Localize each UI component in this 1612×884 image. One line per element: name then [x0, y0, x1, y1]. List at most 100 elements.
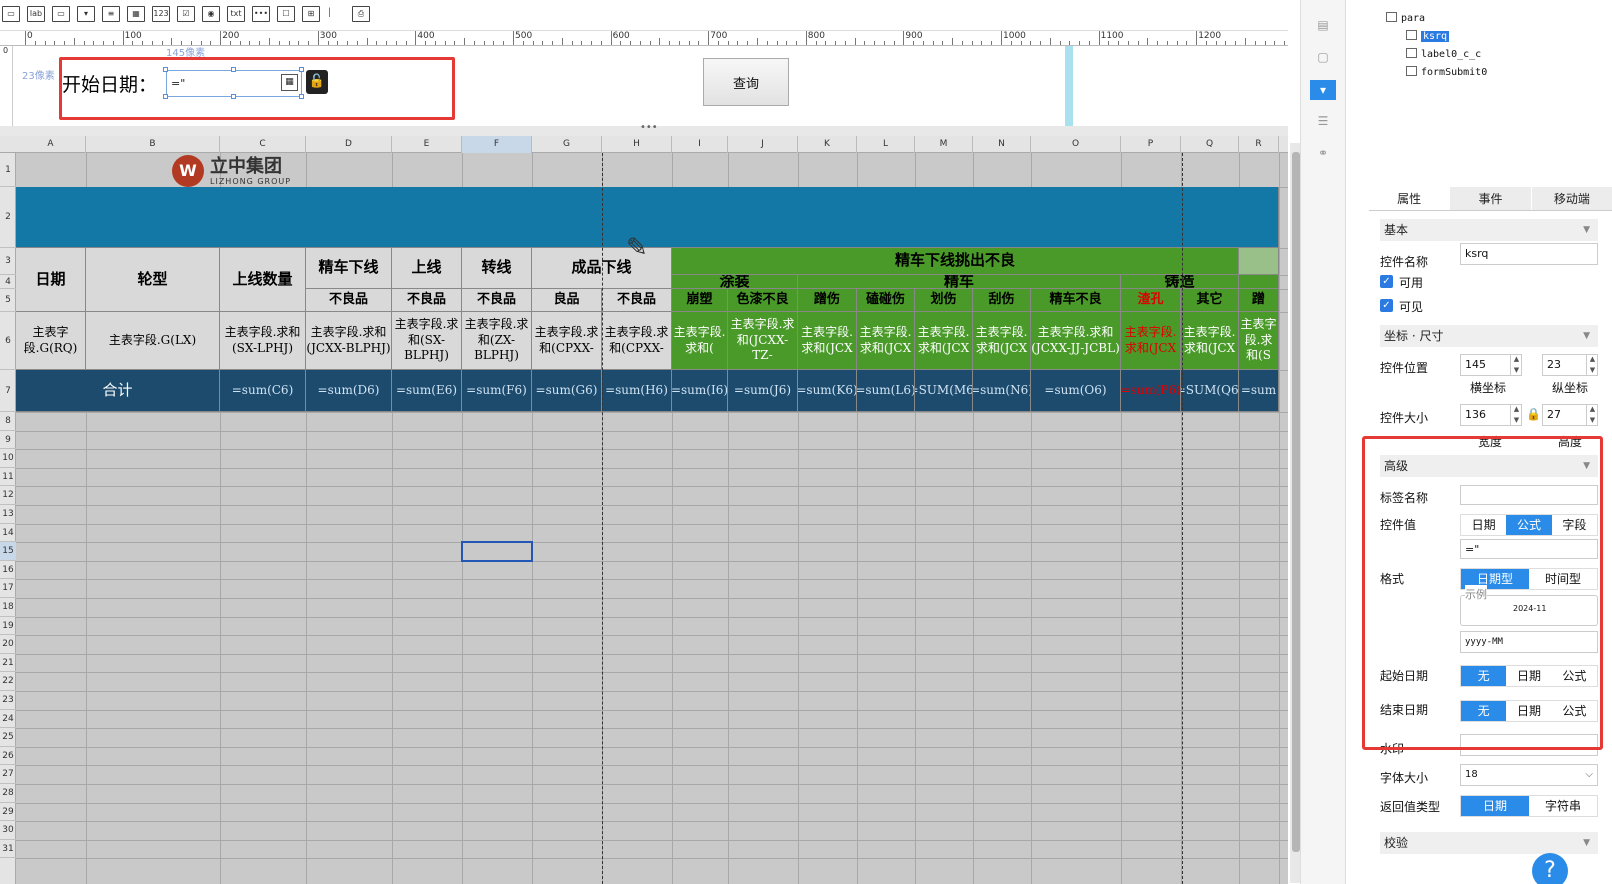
report-cell[interactable]: 精车不良	[1031, 289, 1121, 312]
report-cell[interactable]: 不良品	[462, 289, 532, 312]
header-date[interactable]: 日期	[16, 248, 86, 312]
section-validation[interactable]: 校验 ▼	[1380, 832, 1598, 854]
report-cell[interactable]: 不良品	[392, 289, 462, 312]
height-stepper[interactable]: ▲ ▼	[1586, 404, 1598, 426]
radio-widget-icon[interactable]: ◉	[202, 6, 220, 22]
row-header[interactable]: 18	[0, 598, 16, 617]
row-header[interactable]: 17	[0, 579, 16, 598]
splitter-grip[interactable]: •••	[640, 122, 658, 133]
field-cell[interactable]: 主表字段.求和(JCX	[1121, 312, 1181, 370]
pane-splitter[interactable]: •••	[0, 122, 1288, 136]
column-header[interactable]: O	[1031, 136, 1121, 153]
report-cell[interactable]: 良品	[532, 289, 602, 312]
row-header[interactable]: 26	[0, 747, 16, 766]
row-header[interactable]: 3	[0, 248, 16, 275]
report-cell[interactable]: 蹭伤	[798, 289, 857, 312]
total-formula[interactable]: =sum(F6)	[462, 370, 532, 412]
row-header[interactable]: 15	[0, 542, 16, 561]
column-header[interactable]: D	[306, 136, 392, 153]
header-transfer[interactable]: 转线	[462, 248, 532, 289]
row-header[interactable]: 31	[0, 840, 16, 859]
label-widget-icon[interactable]: lab	[27, 6, 45, 22]
report-cell[interactable]: 磕碰伤	[857, 289, 915, 312]
tree-widget-icon[interactable]: ☐	[277, 6, 295, 22]
section-basic[interactable]: 基本 ▼	[1380, 219, 1598, 241]
return-date[interactable]: 日期	[1461, 796, 1529, 816]
tree-root[interactable]: para	[1386, 12, 1425, 24]
name-field[interactable]: ksrq	[1460, 243, 1598, 265]
field-cell[interactable]: 主表字段.求和(S	[1239, 312, 1279, 370]
row-header[interactable]: 20	[0, 635, 16, 654]
total-formula[interactable]: =sum(G6)	[532, 370, 602, 412]
aspect-lock-icon[interactable]: 🔒	[1526, 407, 1541, 421]
report-cell[interactable]: 崩塑	[672, 289, 728, 312]
field-cell[interactable]: 主表字段.求和(JCX	[973, 312, 1031, 370]
total-formula[interactable]: =sum(I6)	[672, 370, 728, 412]
total-formula[interactable]: =sum(P6)	[1121, 370, 1181, 412]
header-defect-main[interactable]: 精车下线挑出不良	[672, 248, 1239, 275]
row-header[interactable]: 5	[0, 289, 16, 312]
field-cell[interactable]: 主表字段.求和(ZX-BLPHJ)	[462, 312, 532, 370]
field-cell[interactable]: 主表字段.求和(JCXX-TZ-	[728, 312, 798, 370]
column-header[interactable]: H	[602, 136, 672, 153]
total-formula[interactable]: =SUM(M6)	[915, 370, 973, 412]
selected-cell[interactable]	[461, 541, 533, 562]
row-header[interactable]: 29	[0, 803, 16, 822]
visible-checkbox[interactable]: ✓	[1380, 299, 1393, 312]
field-cell[interactable]: 主表字段.G(RQ)	[16, 312, 86, 370]
header-online[interactable]: 上线	[392, 248, 462, 289]
total-formula[interactable]: =SUM(Q6)	[1181, 370, 1239, 412]
column-header[interactable]: I	[672, 136, 728, 153]
resize-handle[interactable]	[163, 94, 168, 99]
table-widget-icon[interactable]: ⊞	[302, 6, 320, 22]
resize-handle[interactable]	[231, 67, 236, 72]
field-cell[interactable]: 主表字段.求和(CPXX-	[602, 312, 672, 370]
header-casting[interactable]: 铸造	[1121, 275, 1239, 289]
file-widget-icon[interactable]: txt	[227, 6, 245, 22]
header-coating[interactable]: 涂装	[672, 275, 798, 289]
start-date-label[interactable]: 开始日期：	[62, 70, 157, 97]
field-cell[interactable]: 主表字段.求和(CPXX-	[532, 312, 602, 370]
layers-icon[interactable]: ☰	[1314, 114, 1332, 130]
link-icon[interactable]: ⚭	[1314, 146, 1332, 162]
print-widget-icon[interactable]: │	[327, 6, 332, 22]
section-coordinates[interactable]: 坐标 · 尺寸 ▼	[1380, 325, 1598, 347]
report-cell[interactable]: 色漆不良	[728, 289, 798, 312]
resize-handle[interactable]	[163, 67, 168, 72]
row-header[interactable]: 30	[0, 821, 16, 840]
column-header[interactable]: J	[728, 136, 798, 153]
total-formula[interactable]: =sum(O6)	[1031, 370, 1121, 412]
row-header[interactable]: 21	[0, 654, 16, 673]
row-header[interactable]: 4	[0, 275, 16, 289]
row-header[interactable]: 14	[0, 524, 16, 543]
row-header[interactable]: 2	[0, 187, 16, 248]
field-cell[interactable]: 主表字段.求和(SX-LPHJ)	[220, 312, 306, 370]
button-widget-icon[interactable]: ▭	[52, 6, 70, 22]
column-header[interactable]: R	[1239, 136, 1279, 153]
report-cell[interactable]: 蹭	[1239, 289, 1279, 312]
column-header[interactable]: A	[16, 136, 86, 153]
field-cell[interactable]: 主表字段.求和(JCXX-BLPHJ)	[306, 312, 392, 370]
font-size-select[interactable]: 18 ⌵	[1460, 764, 1598, 786]
row-header[interactable]: 28	[0, 784, 16, 803]
password-widget-icon[interactable]: •••	[252, 6, 270, 22]
field-cell[interactable]: 主表字段.求和(JCXX-JJ-JCBL)	[1031, 312, 1121, 370]
column-header[interactable]: C	[220, 136, 306, 153]
total-formula[interactable]: =sum(D6)	[306, 370, 392, 412]
date-widget-icon[interactable]: ▦	[127, 6, 145, 22]
help-button[interactable]: ?	[1532, 853, 1568, 884]
row-header[interactable]: 13	[0, 505, 16, 524]
field-cell[interactable]: 主表字段.G(LX)	[86, 312, 220, 370]
edit-pencil-icon[interactable]: ✎	[626, 233, 648, 263]
row-header[interactable]: 6	[0, 312, 16, 370]
total-label[interactable]: 合计	[16, 370, 220, 412]
report-cell[interactable]: 其它	[1181, 289, 1239, 312]
position-y-stepper[interactable]: ▲ ▼	[1586, 354, 1598, 376]
column-header[interactable]: B	[86, 136, 220, 153]
row-header[interactable]: 7	[0, 370, 16, 412]
report-cell[interactable]: 渣孔	[1121, 289, 1181, 312]
row-header[interactable]: 8	[0, 412, 16, 431]
total-formula[interactable]: =sum(C6)	[220, 370, 306, 412]
total-formula[interactable]: =sum(E6)	[392, 370, 462, 412]
column-header[interactable]: E	[392, 136, 462, 153]
